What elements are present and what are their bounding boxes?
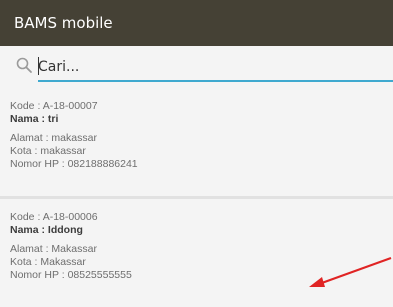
search-underline: [38, 80, 393, 82]
item-alamat: Alamat : makassar: [10, 132, 97, 144]
app-title: BAMS mobile: [14, 14, 113, 32]
item-kode: Kode : A-18-00007: [10, 100, 98, 112]
item-kota: Kota : makassar: [10, 145, 86, 157]
item-nama: Nama : Iddong: [10, 224, 83, 236]
search-bar: [0, 46, 393, 86]
app-bar: BAMS mobile: [0, 0, 393, 46]
annotation-arrow-icon: [309, 256, 392, 287]
item-kode: Kode : A-18-00006: [10, 211, 98, 223]
item-nama: Nama : tri: [10, 113, 59, 125]
search-input[interactable]: [38, 55, 378, 79]
list-item[interactable]: Kode : A-18-00007 Nama : tri Alamat : ma…: [0, 88, 393, 196]
search-icon: [16, 57, 32, 73]
item-nomor-hp: Nomor HP : 082188886241: [10, 158, 138, 170]
